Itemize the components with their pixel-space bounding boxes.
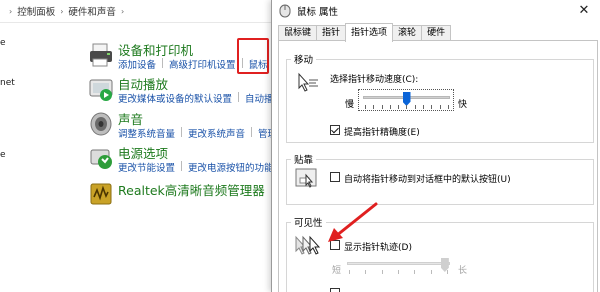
tab-strip: 鼠标键 指针 指针选项 滚轮 硬件	[278, 23, 452, 42]
motion-group-label: 移动	[291, 52, 317, 66]
trail-short-label: 短	[332, 266, 342, 276]
link-power-button[interactable]: 更改电源按钮的功能	[188, 160, 274, 174]
link-divider	[181, 161, 183, 171]
dialog-title: 鼠标 属性	[297, 7, 339, 18]
link-power-saving[interactable]: 更改节能设置	[118, 160, 175, 174]
speed-slider-ticks	[365, 105, 449, 110]
realtek-icon[interactable]	[88, 181, 114, 207]
breadcrumb-divider	[0, 22, 275, 23]
visibility-group-label: 可见性	[291, 215, 326, 229]
mouse-properties-dialog: 鼠标 属性 ✕ 鼠标键 指针 指针选项 滚轮 硬件 移动 选择指针移动速度(C)…	[271, 0, 600, 292]
printer-icon[interactable]	[88, 42, 114, 68]
breadcrumb: › 控制面板 › 硬件和声音 ›	[4, 2, 129, 20]
precision-label[interactable]: 提高指针精确度(E)	[344, 125, 420, 138]
left-nav-fragment[interactable]: net	[0, 78, 15, 88]
snap-to-icon	[294, 166, 318, 190]
left-nav-fragment[interactable]: e	[0, 150, 6, 160]
tab-pointer-options[interactable]: 指针选项	[345, 23, 394, 42]
speaker-icon[interactable]	[88, 111, 114, 137]
dialog-title-bar[interactable]: 鼠标 属性 ✕	[272, 0, 600, 22]
trail-long-label: 长	[458, 266, 468, 276]
link-advanced-printer-setup[interactable]: 高级打印机设置	[169, 57, 236, 71]
snap-label[interactable]: 自动将指针移动到对话框中的默认按钮(U)	[344, 172, 511, 185]
snap-group-label: 贴靠	[291, 152, 317, 166]
link-add-device[interactable]: 添加设备	[118, 57, 156, 71]
link-divider	[162, 58, 164, 68]
breadcrumb-separator-icon: ›	[9, 6, 13, 16]
tab-pointers[interactable]: 指针	[316, 25, 347, 41]
speed-slow-label: 慢	[345, 100, 355, 110]
hide-pointer-checkbox[interactable]	[330, 288, 340, 292]
close-icon[interactable]: ✕	[573, 2, 595, 20]
link-adjust-volume[interactable]: 调整系统音量	[118, 126, 175, 140]
breadcrumb-separator-icon: ›	[60, 6, 64, 16]
link-divider	[181, 127, 183, 137]
speed-label: 选择指针移动速度(C):	[330, 75, 419, 85]
category-title[interactable]: Realtek高清晰音频管理器	[118, 180, 265, 199]
left-nav-fragment[interactable]: e	[0, 38, 6, 48]
tab-wheel[interactable]: 滚轮	[392, 25, 423, 41]
breadcrumb-separator-icon: ›	[120, 6, 125, 16]
link-divider	[238, 92, 240, 102]
pointer-speed-icon	[296, 71, 322, 95]
breadcrumb-hardware-sound[interactable]: 硬件和声音	[68, 4, 116, 18]
link-divider	[251, 127, 253, 137]
mouse-icon	[279, 4, 291, 18]
link-change-media-defaults[interactable]: 更改媒体或设备的默认设置	[118, 91, 232, 105]
tab-buttons[interactable]: 鼠标键	[278, 25, 318, 41]
trail-length-slider-track[interactable]	[347, 262, 450, 265]
mouse-link-highlight-box	[237, 38, 269, 74]
precision-checkbox[interactable]	[330, 125, 340, 135]
breadcrumb-control-panel[interactable]: 控制面板	[17, 4, 55, 18]
tab-hardware[interactable]: 硬件	[421, 25, 452, 41]
trail-length-slider-ticks	[349, 270, 448, 275]
autoplay-icon[interactable]	[88, 76, 114, 102]
power-icon[interactable]	[88, 145, 114, 171]
speed-fast-label: 快	[458, 100, 468, 110]
pointer-trails-icon	[294, 233, 322, 259]
snap-checkbox[interactable]	[330, 172, 340, 182]
link-change-sounds[interactable]: 更改系统声音	[188, 126, 245, 140]
annotation-arrow-icon	[324, 200, 382, 244]
